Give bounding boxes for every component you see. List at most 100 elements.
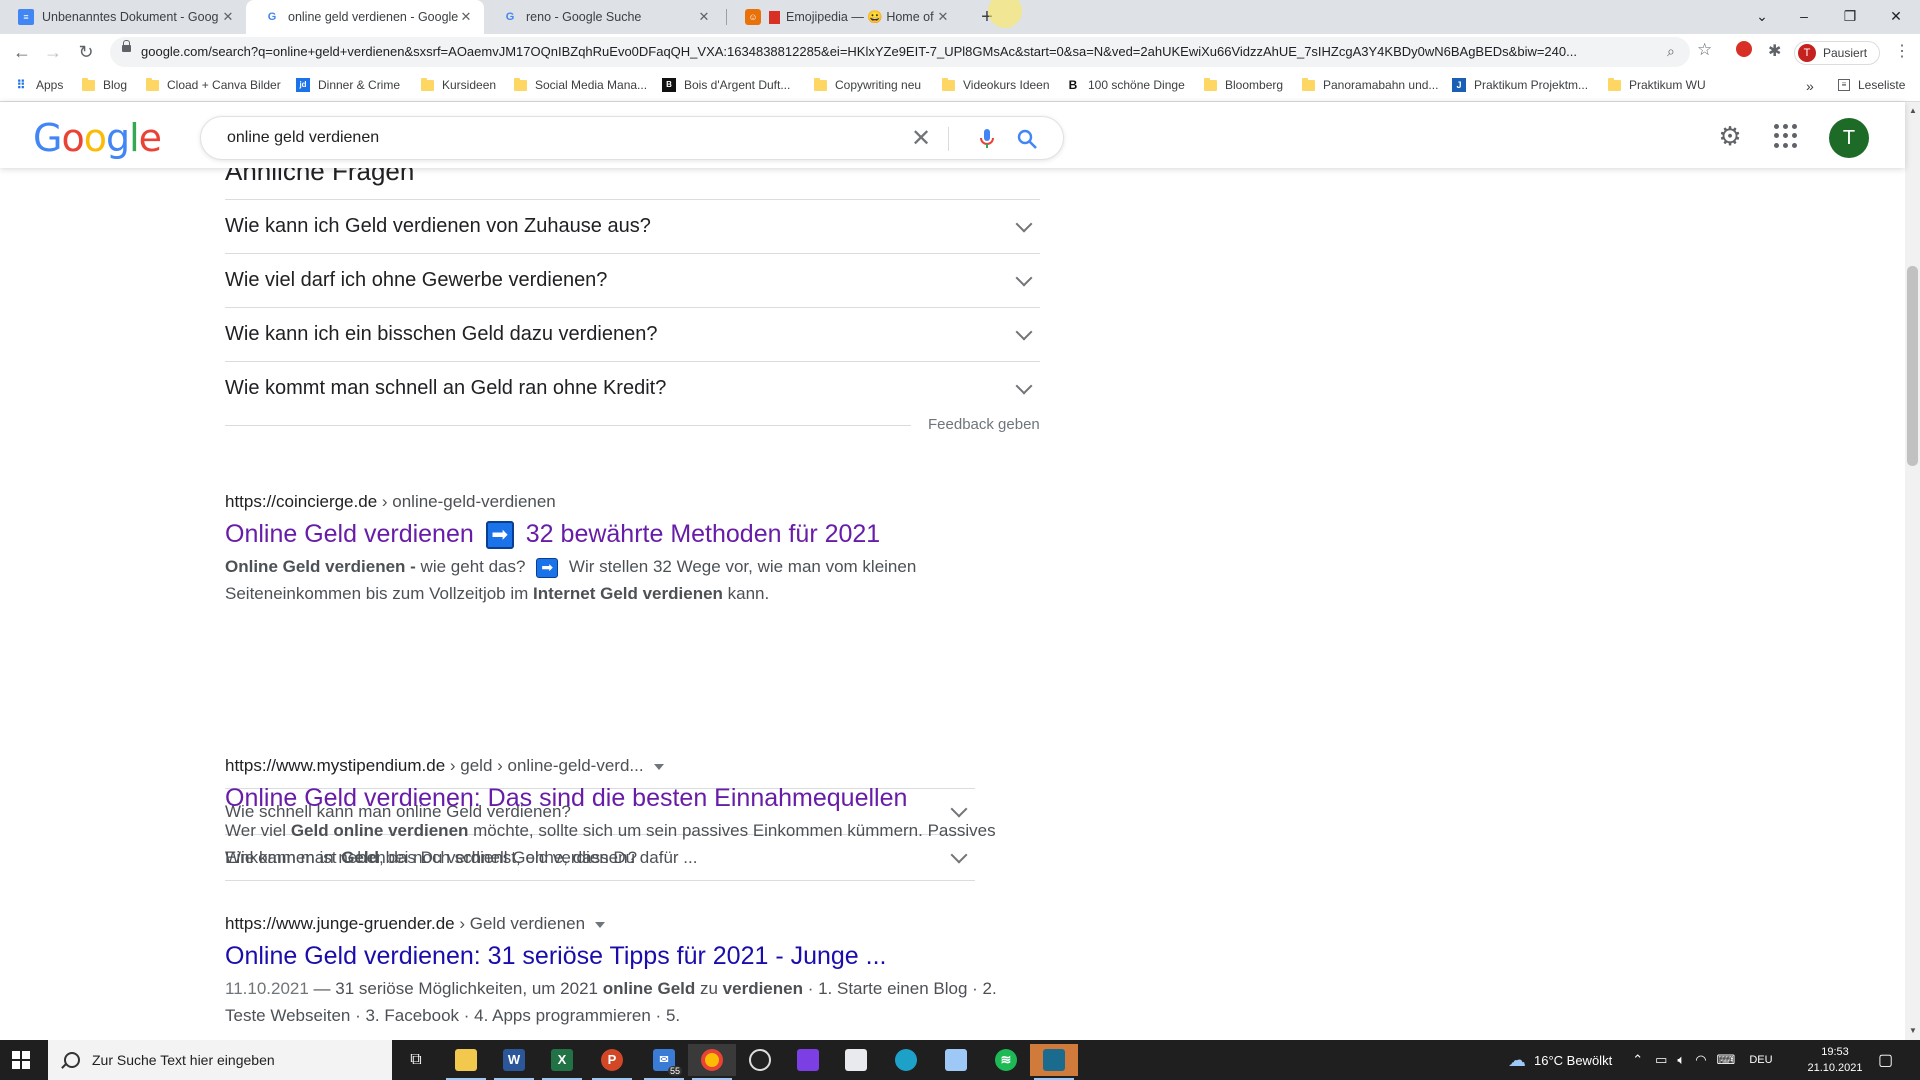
result-domain: https://www.mystipendium.de [225,756,446,775]
dropdown-triangle-icon[interactable] [595,921,606,928]
search-result: https://www.mystipendium.de › geld › onl… [225,756,1025,871]
account-avatar[interactable]: T [1829,118,1869,158]
bookmark-100-dinge[interactable]: B 100 schöne Dinge [1066,78,1185,92]
search-input[interactable]: online geld verdienen [227,129,379,147]
windows-start-icon[interactable] [12,1051,30,1069]
google-logo[interactable]: Google [33,116,162,160]
screen-recorder-icon[interactable] [1030,1044,1078,1080]
notepad-icon[interactable] [932,1044,980,1076]
paa-question[interactable]: Wie kann ich ein bisschen Geld dazu verd… [225,307,1040,361]
clock[interactable]: 19:53 21.10.2021 [1800,1044,1870,1076]
reload-icon[interactable]: ↻ [72,38,100,66]
bookmark-panoramabahn[interactable]: Panoramabahn und... [1302,77,1438,92]
tab-reno[interactable]: G reno - Google Suche ✕ [484,0,722,34]
bookmark-praktikum-wu[interactable]: Praktikum WU [1608,77,1706,92]
close-icon[interactable]: ✕ [458,9,474,25]
feedback-link[interactable]: Feedback geben [928,416,1040,433]
profile-button[interactable]: T Pausiert [1794,41,1880,65]
result-url[interactable]: https://coincierge.de › online-geld-verd… [225,492,1025,512]
result-title-link[interactable]: Online Geld verdienen: Das sind die best… [225,784,1025,813]
minimize-icon[interactable]: – [1782,0,1826,34]
menu-icon[interactable]: ⋮ [1894,41,1910,61]
bookmark-cload[interactable]: Cload + Canva Bilder [146,77,281,92]
result-title-link[interactable]: Online Geld verdienen ➡ 32 bewährte Meth… [225,520,1025,549]
paa-question[interactable]: Wie kann ich Geld verdienen von Zuhause … [225,199,1040,253]
dropdown-triangle-icon[interactable] [653,763,664,770]
result-title-part: Online Geld verdienen [225,520,474,548]
google-apps-icon[interactable] [1774,124,1798,148]
wifi-icon[interactable]: ◠ [1695,1052,1706,1068]
restore-icon[interactable]: ❐ [1828,0,1872,34]
bookmark-apps[interactable]: ⠿ Apps [14,78,64,92]
bookmark-blog[interactable]: Blog [82,77,127,92]
snipping-tool-icon[interactable] [832,1044,880,1076]
close-icon[interactable]: ✕ [220,9,236,25]
paa-question[interactable]: Wie viel darf ich ohne Gewerbe verdienen… [225,253,1040,307]
adblock-extension-icon[interactable] [1736,41,1752,57]
result-url[interactable]: https://www.junge-gruender.de › Geld ver… [225,914,1025,934]
result-title-link[interactable]: Online Geld verdienen: 31 seriöse Tipps … [225,942,1025,971]
bookmark-copywriting[interactable]: Copywriting neu [814,77,921,92]
notification-icon[interactable]: ▢ [1878,1050,1893,1070]
address-bar[interactable]: google.com/search?q=online+geld+verdiene… [110,37,1690,67]
paa-question[interactable]: Wie kommt man schnell an Geld ran ohne K… [225,361,1040,415]
edge-icon[interactable] [882,1044,930,1076]
bookmark-dinner[interactable]: jd Dinner & Crime [296,78,400,92]
reading-list-icon: ≡ [1838,79,1850,91]
excel-icon[interactable]: X [538,1044,586,1080]
word-icon[interactable]: W [490,1044,538,1080]
scrollbar-thumb[interactable] [1907,266,1918,466]
scroll-down-icon[interactable]: ▼ [1909,1026,1917,1035]
bookmark-videokurs[interactable]: Videokurs Ideen [942,77,1050,92]
weather-cloud-icon[interactable]: ☁ [1508,1050,1526,1071]
microphone-icon[interactable] [975,127,999,151]
weather-text[interactable]: 16°C Bewölkt [1534,1053,1612,1068]
bookmark-social-media[interactable]: Social Media Mana... [514,77,647,92]
volume-icon[interactable]: 🔈︎ [1677,1052,1685,1068]
close-icon[interactable]: ✕ [696,9,712,25]
search-icon [64,1052,80,1068]
mail-icon[interactable]: ✉ 55 [640,1044,688,1080]
bookmark-kursideen[interactable]: Kursideen [421,77,496,92]
bookmark-star-icon[interactable]: ☆ [1697,40,1712,60]
task-view-icon[interactable]: ⧉ [392,1044,440,1076]
clear-icon[interactable]: ✕ [911,124,931,153]
search-icon[interactable] [1015,127,1039,151]
reading-list-button[interactable]: ≡ Leseliste [1838,78,1905,92]
battery-icon[interactable]: ▭ [1655,1052,1667,1068]
scroll-up-icon[interactable]: ▲ [1909,106,1917,115]
back-icon[interactable]: ← [8,38,36,66]
file-explorer-icon[interactable] [442,1044,490,1080]
scrollbar-track[interactable] [1905,102,1920,1040]
folder-icon [514,77,527,91]
spotify-icon[interactable]: ≋ [982,1044,1030,1076]
bookmark-bois[interactable]: B Bois d'Argent Duft... [662,78,790,92]
search-box[interactable]: online geld verdienen ✕ [200,116,1064,160]
bookmark-praktikum-projekt[interactable]: J Praktikum Projektm... [1452,78,1588,92]
tab-search-icon[interactable]: ⌄ [1740,0,1784,34]
result-url[interactable]: https://www.mystipendium.de › geld › onl… [225,756,1025,776]
tab-online-geld[interactable]: G online geld verdienen - Google S ✕ [246,0,484,34]
chrome-icon[interactable] [688,1044,736,1080]
tab-docs[interactable]: ≡ Unbenanntes Dokument - Goog ✕ [0,0,246,34]
close-window-icon[interactable]: ✕ [1874,0,1918,34]
settings-gear-icon[interactable]: ⚙ [1716,122,1744,150]
tray-chevron-icon[interactable]: ⌃ [1632,1052,1643,1068]
bookmarks-more-icon[interactable]: » [1806,78,1814,94]
bookmark-bloomberg[interactable]: Bloomberg [1204,77,1283,92]
divider [225,425,911,426]
close-icon[interactable]: ✕ [935,9,951,25]
extensions-puzzle-icon[interactable]: ✱ [1768,41,1781,61]
snippet-text: zu [695,979,723,998]
app-icon[interactable] [784,1044,832,1076]
mail-badge: 55 [667,1066,682,1076]
zoom-icon[interactable]: ⌕ [1667,43,1675,60]
paa-question-text: Wie viel darf ich ohne Gewerbe verdienen… [225,269,608,291]
language-indicator[interactable]: DEU [1749,1054,1772,1066]
obs-icon[interactable] [736,1044,784,1076]
keyboard-icon[interactable]: ⌨ [1717,1052,1736,1068]
forward-icon[interactable]: → [39,38,67,66]
taskbar-search[interactable]: Zur Suche Text hier eingeben [48,1040,392,1080]
powerpoint-icon[interactable]: P [588,1044,636,1080]
tab-emojipedia[interactable]: ☺ Emojipedia — 😀 Home of E ✕ [727,0,961,34]
